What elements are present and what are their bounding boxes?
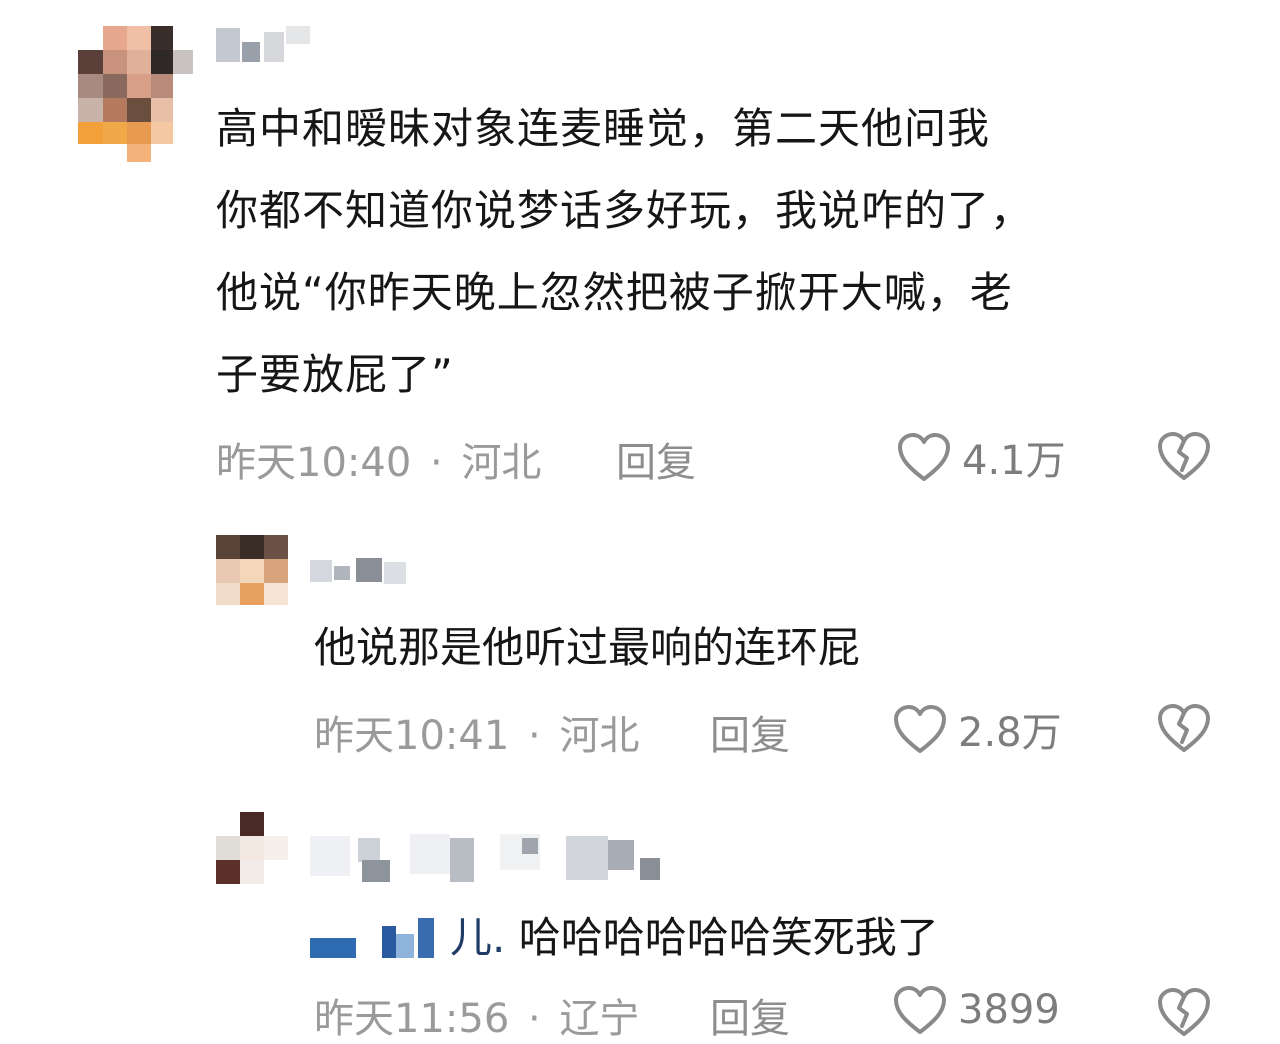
heart-outline-icon: [892, 984, 948, 1036]
reply-button[interactable]: 回复: [710, 986, 790, 1044]
like-count: 4.1万: [962, 438, 1066, 484]
avatar[interactable]: [216, 535, 288, 607]
like-count: 2.8万: [958, 710, 1062, 756]
mention-suffix[interactable]: 儿.: [450, 913, 505, 962]
comment-text: 儿. 哈哈哈哈哈哈笑死我了: [310, 908, 939, 968]
heart-outline-icon: [892, 703, 948, 755]
comment-time: 昨天10:41: [314, 713, 510, 759]
dislike-button[interactable]: [1156, 986, 1212, 1038]
reply-button[interactable]: 回复: [616, 430, 696, 488]
heart-outline-icon: [896, 431, 952, 483]
comment-meta: 昨天10:40 · 河北: [216, 430, 541, 488]
broken-heart-icon: [1156, 430, 1212, 482]
like-button[interactable]: 4.1万: [896, 428, 1066, 486]
comment-location: 河北: [559, 713, 640, 759]
avatar[interactable]: [216, 812, 288, 884]
dislike-button[interactable]: [1156, 430, 1212, 482]
comment-body: 哈哈哈哈哈哈笑死我了: [518, 913, 939, 962]
username-blurred[interactable]: [310, 556, 410, 592]
separator: ·: [528, 996, 541, 1042]
avatar[interactable]: [78, 20, 198, 165]
comment-time: 昨天10:40: [216, 440, 412, 486]
like-button[interactable]: 3899: [892, 984, 1060, 1036]
comment-meta: 昨天10:41 · 河北: [314, 703, 639, 761]
username-blurred[interactable]: [310, 830, 670, 886]
username-blurred[interactable]: [216, 24, 316, 68]
separator: ·: [430, 440, 443, 486]
separator: ·: [528, 713, 541, 759]
like-count: 3899: [958, 987, 1060, 1033]
broken-heart-icon: [1156, 702, 1212, 754]
comment-meta: 昨天11:56 · 辽宁: [314, 986, 639, 1044]
comment-text: 高中和暧昧对象连麦睡觉，第二天他问我 你都不知道你说梦话多好玩，我说咋的了， 他…: [216, 104, 1034, 399]
mention-blurred[interactable]: [310, 916, 450, 966]
broken-heart-icon: [1156, 986, 1212, 1038]
reply-button[interactable]: 回复: [710, 703, 790, 761]
comment-location: 河北: [461, 440, 542, 486]
comment-time: 昨天11:56: [314, 996, 510, 1042]
dislike-button[interactable]: [1156, 702, 1212, 754]
comment-text: 他说那是他听过最响的连环屁: [314, 623, 861, 672]
comment-location: 辽宁: [559, 996, 640, 1042]
like-button[interactable]: 2.8万: [892, 700, 1062, 758]
